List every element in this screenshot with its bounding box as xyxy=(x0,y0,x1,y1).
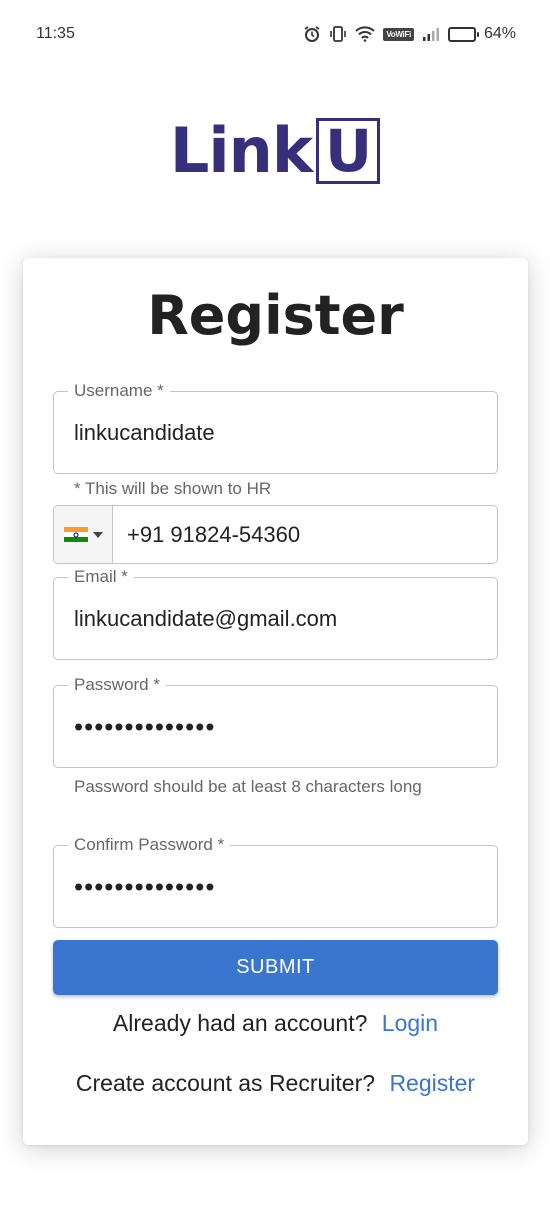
recruiter-register-link[interactable]: Register xyxy=(389,1070,475,1096)
password-value: •••••••••••••• xyxy=(74,711,216,741)
password-field[interactable]: Password * •••••••••••••• xyxy=(53,675,498,768)
confirm-password-label: Confirm Password * xyxy=(68,835,231,855)
submit-button[interactable]: SUBMIT xyxy=(53,940,498,995)
wifi-icon xyxy=(355,26,376,42)
password-label: Password * xyxy=(68,675,166,695)
chevron-down-icon xyxy=(92,531,103,538)
confirm-password-value: •••••••••••••• xyxy=(74,871,216,901)
email-field[interactable]: Email * linkucandidate@gmail.com xyxy=(53,567,498,660)
email-label: Email * xyxy=(68,567,134,587)
battery-icon xyxy=(447,26,479,42)
phone-field[interactable]: +91 91824-54360 xyxy=(53,505,498,564)
password-helper: Password should be at least 8 characters… xyxy=(74,777,422,796)
battery-percent: 64% xyxy=(483,25,516,42)
page-title: Register xyxy=(147,284,404,347)
recruiter-prompt: Create account as Recruiter? xyxy=(75,1070,376,1096)
confirm-password-field[interactable]: Confirm Password * •••••••••••••• xyxy=(53,835,498,928)
recruiter-line: Create account as Recruiter? Register xyxy=(23,1070,528,1097)
status-time: 11:35 xyxy=(36,25,75,42)
logo-text: Link xyxy=(169,114,313,187)
login-link[interactable]: Login xyxy=(382,1010,438,1036)
register-card: Register Username * linkucandidate * Thi… xyxy=(23,258,528,1145)
alarm-icon xyxy=(303,25,321,43)
status-icons: VoWiFi 64% xyxy=(303,25,516,43)
phone-input[interactable]: +91 91824-54360 xyxy=(113,506,300,563)
email-value: linkucandidate@gmail.com xyxy=(74,605,338,631)
signal-icon xyxy=(422,27,440,41)
linku-logo: Link U xyxy=(0,118,550,184)
status-bar: 11:35 VoWiFi 64% xyxy=(0,0,550,68)
username-field[interactable]: Username * linkucandidate xyxy=(53,381,498,474)
username-value: linkucandidate xyxy=(74,419,215,445)
india-flag-icon xyxy=(63,526,88,543)
login-line: Already had an account? Login xyxy=(23,1010,528,1037)
login-prompt: Already had an account? xyxy=(112,1010,368,1036)
username-helper: * This will be shown to HR xyxy=(74,479,272,498)
vibrate-icon xyxy=(329,25,347,43)
logo-boxed-letter: U xyxy=(316,118,381,184)
country-select-button[interactable] xyxy=(54,506,113,563)
vowifi-badge: VoWiFi xyxy=(383,27,414,41)
username-label: Username * xyxy=(68,381,170,401)
